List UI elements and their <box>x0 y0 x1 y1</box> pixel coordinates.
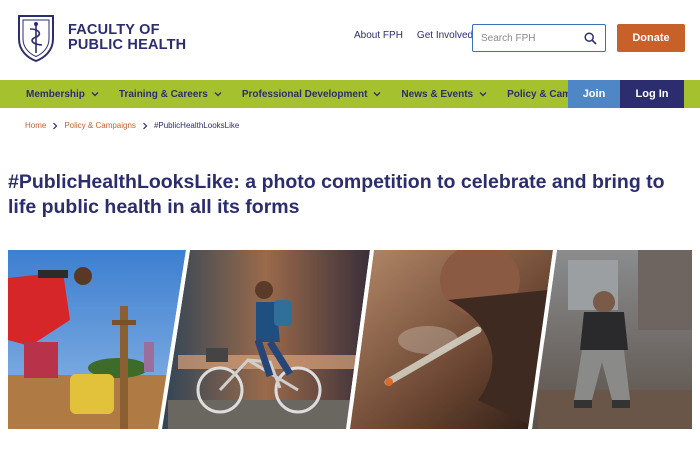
nav-item-label: Membership <box>26 88 85 100</box>
utility-links: About FPH Get Involved <box>354 30 473 41</box>
chevron-down-icon <box>214 92 222 97</box>
search-input[interactable] <box>481 32 581 44</box>
brand-line2: PUBLIC HEALTH <box>68 37 187 53</box>
nav-item-label: Professional Development <box>241 88 368 100</box>
chevron-right-icon <box>53 122 58 129</box>
nav-item-label: Training & Careers <box>118 88 208 100</box>
breadcrumb-current: #PublicHealthLooksLike <box>153 121 240 130</box>
donate-button[interactable]: Donate <box>617 24 685 52</box>
brand-line1: FACULTY OF <box>68 22 160 38</box>
photo-smoker <box>350 250 553 429</box>
chevron-down-icon <box>479 92 487 97</box>
about-link[interactable]: About FPH <box>354 30 403 41</box>
breadcrumb: Home Policy & Campaigns #PublicHealthLoo… <box>25 121 239 130</box>
brand-name: FACULTY OF PUBLIC HEALTH <box>68 23 186 53</box>
breadcrumb-home[interactable]: Home <box>25 121 46 130</box>
nav-item-label: News & Events <box>401 88 474 100</box>
page-title: #PublicHealthLooksLike: a photo competit… <box>8 171 665 218</box>
login-button[interactable]: Log In <box>620 80 684 108</box>
breadcrumb-section[interactable]: Policy & Campaigns <box>64 121 136 130</box>
search-icon[interactable] <box>584 32 597 45</box>
site-header: FACULTY OF PUBLIC HEALTH About FPH Get I… <box>0 0 700 80</box>
nav-item-professional-development[interactable]: Professional Development <box>242 80 382 108</box>
photo-ruins <box>532 250 692 429</box>
chevron-down-icon <box>91 92 99 97</box>
main-nav: Membership Training & Careers Profession… <box>0 80 700 108</box>
chevron-right-icon <box>143 122 148 129</box>
search-box <box>472 24 606 52</box>
hero-photo-collage <box>8 250 692 429</box>
site-logo[interactable]: FACULTY OF PUBLIC HEALTH <box>16 12 190 64</box>
photo-cyclist <box>162 250 370 429</box>
nav-item-training-careers[interactable]: Training & Careers <box>119 80 222 108</box>
photo-water-pump <box>8 250 186 429</box>
get-involved-link[interactable]: Get Involved <box>417 30 473 41</box>
nav-item-news-events[interactable]: News & Events <box>401 80 487 108</box>
crest-logo-icon <box>18 15 54 63</box>
chevron-down-icon <box>373 92 381 97</box>
join-button[interactable]: Join <box>568 80 620 108</box>
nav-item-membership[interactable]: Membership <box>26 80 99 108</box>
